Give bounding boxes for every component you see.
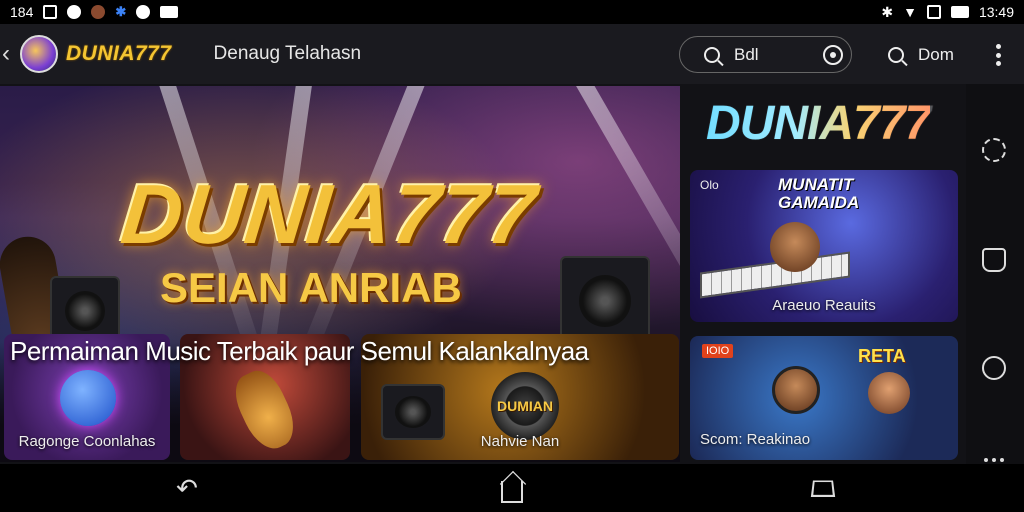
featured-card-title: MUNATIT GAMAIDA xyxy=(778,176,859,212)
section-heading: Permaiman Music Terbaik paur Semul Kalan… xyxy=(10,336,589,367)
side-rail xyxy=(966,84,1024,464)
music-logo-icon xyxy=(60,370,116,426)
featured-card-caption: Scom: Reakinao xyxy=(700,431,811,448)
signal-icon xyxy=(950,6,969,18)
guitar-icon xyxy=(227,364,303,456)
right-panel: DUNIA777 Olo MUNATIT GAMAIDA Araeuo Reau… xyxy=(686,84,966,464)
search-input[interactable]: Bdl xyxy=(679,36,852,73)
status-left-text: 184 xyxy=(10,4,34,20)
main-content: DUNIA777 SEIAN ANRIAB Permaiman Music Te… xyxy=(0,84,1024,464)
brand-name: DUNIA777 xyxy=(66,42,172,65)
sparkle-icon[interactable] xyxy=(982,138,1006,162)
performer-image xyxy=(772,366,820,414)
game-card-label: Nahvie Nan xyxy=(480,433,560,450)
alert-notification-icon xyxy=(136,5,151,19)
voice-search-icon[interactable] xyxy=(823,44,843,65)
system-navigation-bar: ↶ xyxy=(0,464,1024,512)
nav-home-icon[interactable] xyxy=(497,473,527,503)
secondary-search-button[interactable]: Dom xyxy=(888,45,954,65)
search-input-text: Bdl xyxy=(734,44,759,64)
app-logo-avatar[interactable] xyxy=(20,35,58,73)
game-card-label: Ragonge Coonlahas xyxy=(18,433,156,450)
game-notification-icon xyxy=(91,5,106,19)
featured-card-caption: Araeuo Reauits xyxy=(772,297,876,314)
app-notification-icon xyxy=(43,5,58,19)
side-logo: DUNIA777 xyxy=(706,97,931,150)
featured-card[interactable]: IOIO RETA Scom: Reakinao xyxy=(690,336,958,460)
notification-icon xyxy=(67,5,82,19)
battery-icon xyxy=(926,5,941,19)
message-notification-icon xyxy=(160,6,179,18)
more-options-icon[interactable] xyxy=(994,44,1002,66)
hero-subtitle: SEIAN ANRIAB xyxy=(160,264,462,311)
secondary-search-label: Dom xyxy=(918,45,954,64)
nav-back-icon[interactable]: ↶ xyxy=(172,473,202,503)
featured-card-title-line2: GAMAIDA xyxy=(778,193,860,212)
back-chevron-icon[interactable]: ‹ xyxy=(2,39,18,69)
speaker-image xyxy=(381,384,445,440)
featured-card-title-line1: MUNATIT xyxy=(778,175,854,194)
performer-image xyxy=(868,372,910,414)
status-time: 13:49 xyxy=(978,4,1014,20)
bluetooth-icon: ✱ xyxy=(881,3,894,20)
search-icon xyxy=(888,47,904,63)
speaker-image xyxy=(560,256,650,346)
nav-title-link[interactable]: Denaug Telahasn xyxy=(214,43,362,65)
status-bar: 184 ✱ ✱ ▼ 13:49 xyxy=(0,0,1024,24)
bluetooth-notification-icon: ✱ xyxy=(115,4,127,19)
featured-card-tag: Olo xyxy=(700,178,719,192)
featured-card[interactable]: Olo MUNATIT GAMAIDA Araeuo Reauits xyxy=(690,170,958,322)
featured-card-badge: IOIO xyxy=(702,344,734,358)
search-icon xyxy=(704,46,720,63)
performer-image xyxy=(770,222,820,272)
section-heading-text: Permaiman Music Terbaik paur Semul Kalan… xyxy=(10,336,589,366)
home-icon[interactable] xyxy=(982,248,1006,272)
nav-recents-icon[interactable] xyxy=(808,473,838,503)
app-bar: ‹ DUNIA777 Denaug Telahasn Bdl Dom xyxy=(0,24,1024,84)
game-card-overlay-title: DUMIAN xyxy=(497,398,553,414)
hero-title: DUNIA777 xyxy=(117,167,542,261)
featured-card-title: RETA xyxy=(858,346,906,366)
wifi-icon: ▼ xyxy=(903,4,917,20)
circle-icon[interactable] xyxy=(982,356,1006,380)
